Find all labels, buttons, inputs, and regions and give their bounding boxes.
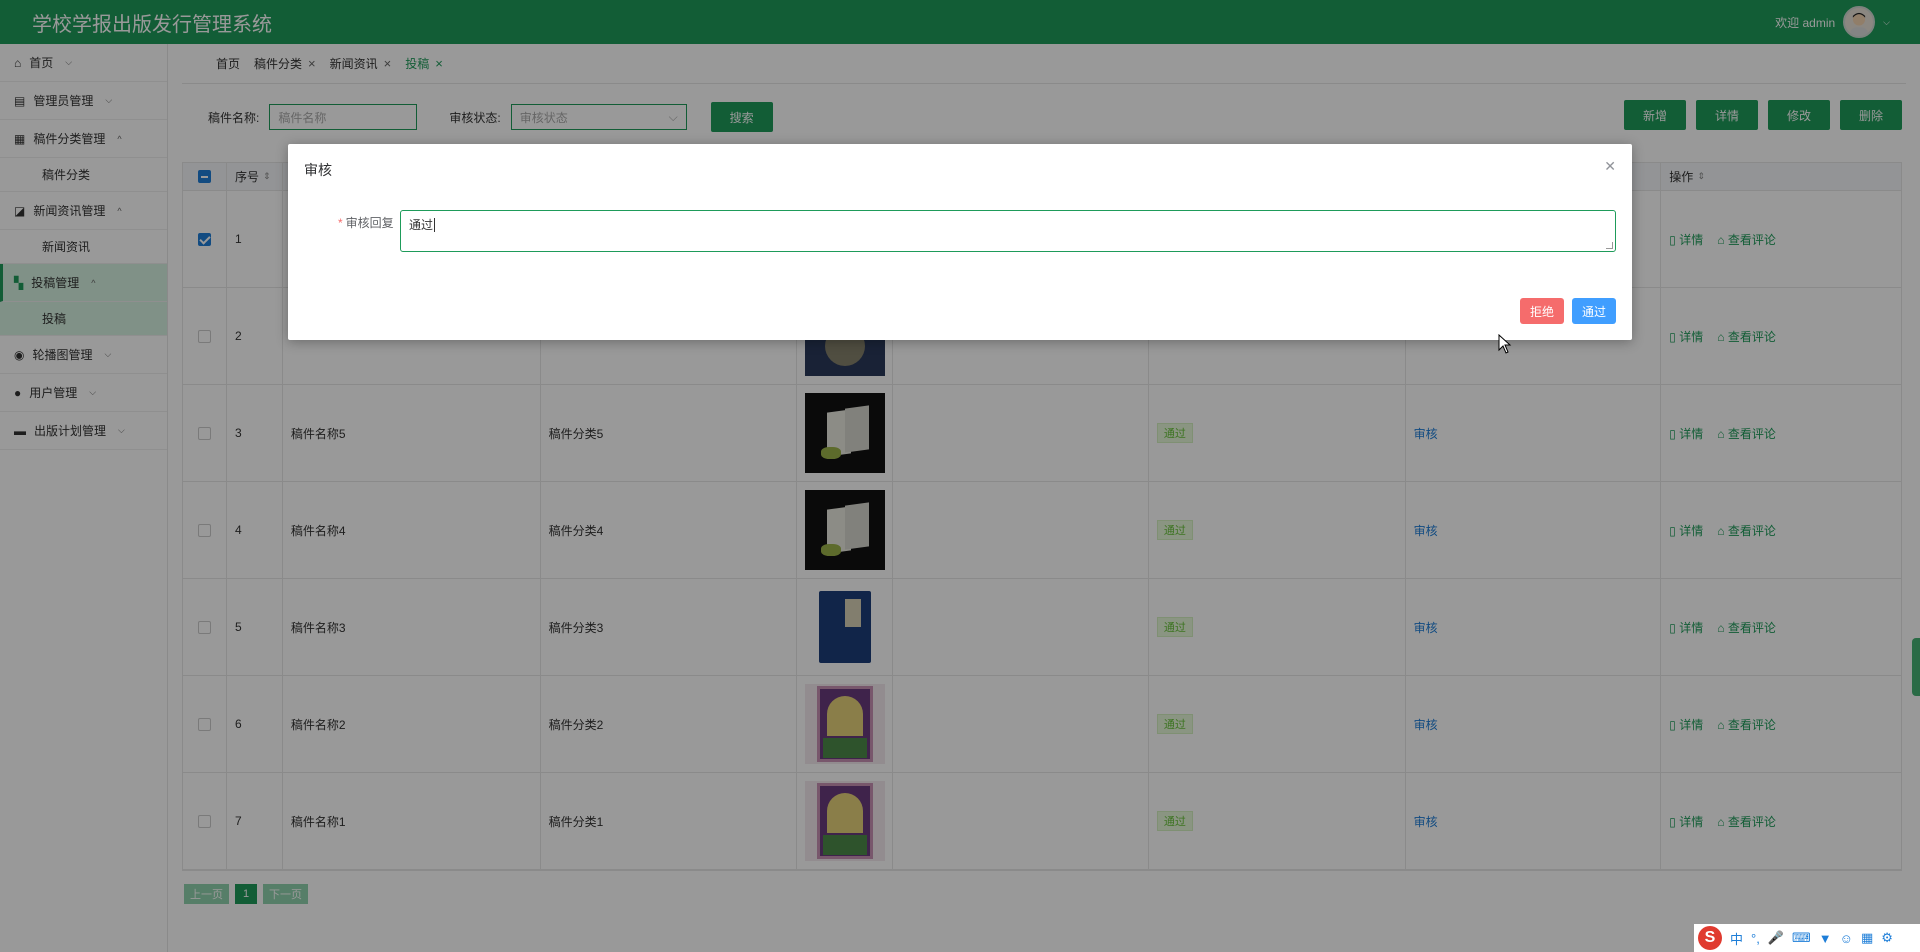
keyboard-icon[interactable]: ⌨ (1792, 930, 1811, 946)
ime-toolbar: S 中 °, 🎤 ⌨ ▼ ☺ ▦ ⚙ (1694, 924, 1920, 952)
approve-button[interactable]: 通过 (1571, 298, 1616, 324)
side-handle[interactable] (1912, 638, 1920, 696)
microphone-icon[interactable]: 🎤 (1768, 930, 1784, 946)
sogou-logo-icon[interactable]: S (1698, 926, 1722, 950)
dialog-title: 审核 (304, 162, 332, 178)
ime-punct[interactable]: °, (1751, 931, 1760, 946)
shirt-icon[interactable]: ▼ (1819, 931, 1832, 946)
reply-textarea[interactable]: 通过 (400, 210, 1616, 252)
close-icon[interactable]: ✕ (1604, 158, 1616, 175)
reject-button[interactable]: 拒绝 (1519, 298, 1564, 324)
modal-overlay[interactable] (0, 0, 1920, 952)
robot-icon[interactable]: ☺ (1840, 931, 1853, 946)
reply-label: * 审核回复 (338, 216, 394, 230)
mouse-cursor-icon (1498, 334, 1512, 354)
dialog-buttons: 拒绝 通过 (1519, 298, 1616, 324)
audit-dialog: 审核 ✕ * 审核回复 通过 拒绝 通过 (288, 144, 1632, 340)
gear-icon[interactable]: ⚙ (1881, 930, 1893, 946)
apps-icon[interactable]: ▦ (1861, 930, 1873, 946)
ime-lang[interactable]: 中 (1730, 929, 1743, 948)
